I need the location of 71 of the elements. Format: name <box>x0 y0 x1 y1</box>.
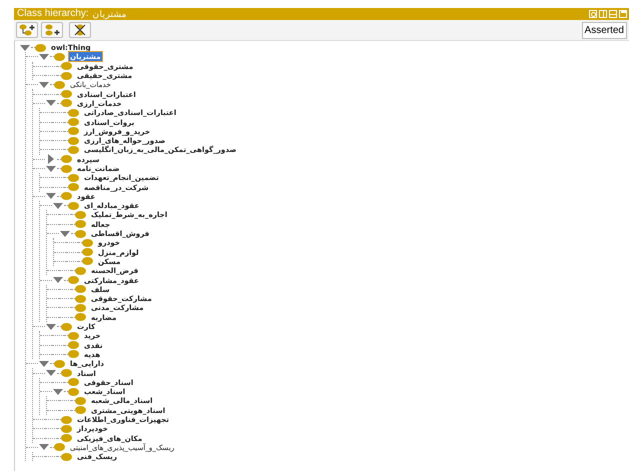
class-icon <box>61 62 72 70</box>
class-icon <box>68 183 79 192</box>
class-icon <box>61 424 72 433</box>
class-icon <box>75 210 86 219</box>
delete-class-button[interactable] <box>69 22 91 38</box>
class-icon <box>68 118 79 126</box>
class-icon <box>82 248 93 256</box>
class-icon <box>75 406 86 414</box>
expand-toggle-icon[interactable] <box>38 359 50 368</box>
expand-toggle-icon[interactable] <box>52 387 64 396</box>
class-icon <box>68 332 79 340</box>
class-icon <box>35 44 46 52</box>
add-sibling-icon <box>44 24 60 36</box>
class-icon <box>61 434 72 442</box>
add-subclass-button[interactable] <box>16 22 38 38</box>
class-icon <box>68 388 79 396</box>
expand-toggle-icon[interactable] <box>45 192 57 201</box>
class-icon <box>75 285 86 294</box>
class-icon <box>75 294 86 303</box>
class-icon <box>68 202 79 210</box>
panel-title: Class hierarchy: <box>17 8 89 20</box>
class-icon <box>61 192 72 200</box>
expand-toggle-icon[interactable] <box>45 322 57 332</box>
split-horizontal-icon[interactable] <box>609 10 617 18</box>
class-icon <box>68 174 79 182</box>
class-icon <box>54 443 65 452</box>
delete-class-icon <box>72 24 88 36</box>
expand-toggle-icon[interactable] <box>52 201 64 210</box>
class-icon <box>61 90 72 98</box>
expand-toggle-icon[interactable] <box>38 80 50 90</box>
expand-toggle-icon[interactable] <box>38 52 50 62</box>
expand-toggle-icon[interactable] <box>45 164 57 173</box>
class-icon <box>61 72 72 80</box>
class-icon <box>61 416 72 424</box>
expand-toggle-icon[interactable] <box>19 43 31 52</box>
class-icon <box>54 80 65 89</box>
class-icon <box>82 257 93 266</box>
class-icon <box>75 230 86 238</box>
class-icon <box>68 136 79 145</box>
class-icon <box>61 155 72 164</box>
class-icon <box>68 276 79 284</box>
class-icon <box>68 350 79 358</box>
class-icon <box>54 360 65 368</box>
expand-toggle-icon[interactable] <box>59 229 71 238</box>
class-icon <box>68 108 79 117</box>
expand-toggle-icon[interactable] <box>45 98 57 108</box>
class-icon <box>75 266 86 275</box>
expand-toggle-icon[interactable] <box>52 276 64 285</box>
class-icon <box>75 304 86 312</box>
add-subclass-icon <box>19 24 35 36</box>
class-icon <box>54 52 65 61</box>
class-icon <box>82 238 93 247</box>
class-icon <box>75 220 86 228</box>
class-icon <box>68 127 79 136</box>
add-sibling-button[interactable] <box>41 22 63 38</box>
class-icon <box>68 341 79 350</box>
expand-toggle-icon[interactable] <box>45 368 57 378</box>
selected-class-name: مشتریان <box>92 8 127 20</box>
class-icon <box>68 146 79 154</box>
split-vertical-icon[interactable] <box>599 10 607 18</box>
class-icon <box>61 322 72 331</box>
view-mode-dropdown[interactable]: Asserted <box>582 22 627 38</box>
help-icon[interactable] <box>589 10 597 18</box>
class-icon <box>61 369 72 378</box>
class-icon <box>75 313 86 322</box>
class-icon <box>75 396 86 405</box>
class-icon <box>61 99 72 108</box>
class-icon <box>68 378 79 386</box>
class-icon <box>61 452 72 461</box>
maximize-icon[interactable] <box>619 10 627 18</box>
expand-toggle-icon[interactable] <box>38 442 50 452</box>
